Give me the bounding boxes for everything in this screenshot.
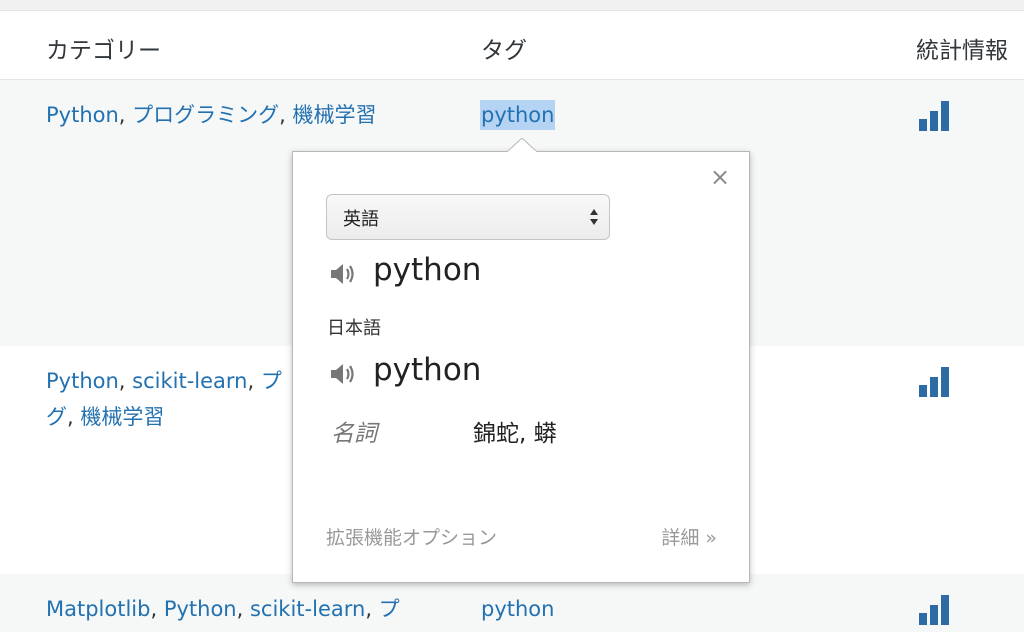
category-link[interactable]: 機械学習 (293, 103, 377, 127)
category-link[interactable]: 機械学習 (80, 405, 164, 429)
categories-cell-line2: グ, 機械学習 (46, 405, 165, 429)
target-word: python (373, 352, 482, 388)
category-link[interactable]: プ (379, 597, 400, 621)
source-language-value: 英語 (343, 209, 379, 230)
categories-cell: Matplotlib, Python, scikit-learn, プ (46, 597, 400, 621)
stats-bar-icon[interactable] (918, 99, 952, 133)
tag-link[interactable]: python (480, 100, 556, 130)
translation-meaning: 錦蛇, 蟒 (473, 421, 557, 447)
translate-popup: × 英語 python 日本語 python 名詞 錦蛇, 蟒 拡張機能オプショ… (292, 138, 750, 583)
category-link[interactable]: プログラミング (132, 103, 279, 127)
speaker-icon[interactable] (329, 360, 357, 388)
category-link[interactable]: scikit-learn (250, 597, 365, 621)
popup-arrow (507, 138, 537, 152)
target-language-label: 日本語 (327, 318, 381, 339)
header-stats[interactable]: 統計情報 (916, 31, 1008, 65)
source-language-select[interactable]: 英語 (326, 194, 610, 240)
category-link[interactable]: Python (46, 369, 119, 393)
speaker-icon[interactable] (329, 260, 357, 288)
extension-options-link[interactable]: 拡張機能オプション (326, 523, 497, 550)
header-categories[interactable]: カテゴリー (46, 31, 161, 65)
part-of-speech: 名詞 (331, 421, 377, 447)
categories-cell: Python, プログラミング, 機械学習 (46, 103, 377, 127)
category-link[interactable]: プ (261, 369, 282, 393)
table-header: カテゴリー タグ 統計情報 (0, 11, 1024, 80)
category-link[interactable]: scikit-learn (132, 369, 247, 393)
top-strip (0, 0, 1024, 11)
source-word: python (373, 252, 482, 288)
category-link[interactable]: Python (46, 103, 119, 127)
category-link[interactable]: Python (164, 597, 237, 621)
tag-link[interactable]: python (481, 594, 554, 624)
close-icon[interactable]: × (709, 165, 731, 189)
category-link[interactable]: Matplotlib (46, 597, 150, 621)
category-link[interactable]: グ (46, 405, 67, 429)
stats-bar-icon[interactable] (918, 593, 952, 627)
categories-cell-line1: Python, scikit-learn, プ (46, 369, 282, 393)
details-link[interactable]: 詳細 » (661, 523, 717, 550)
header-tags[interactable]: タグ (481, 31, 527, 65)
stats-bar-icon[interactable] (918, 365, 952, 399)
select-arrows-icon (590, 209, 598, 225)
page: カテゴリー タグ 統計情報 Python, プログラミング, 機械学習 pyth… (0, 0, 1024, 632)
